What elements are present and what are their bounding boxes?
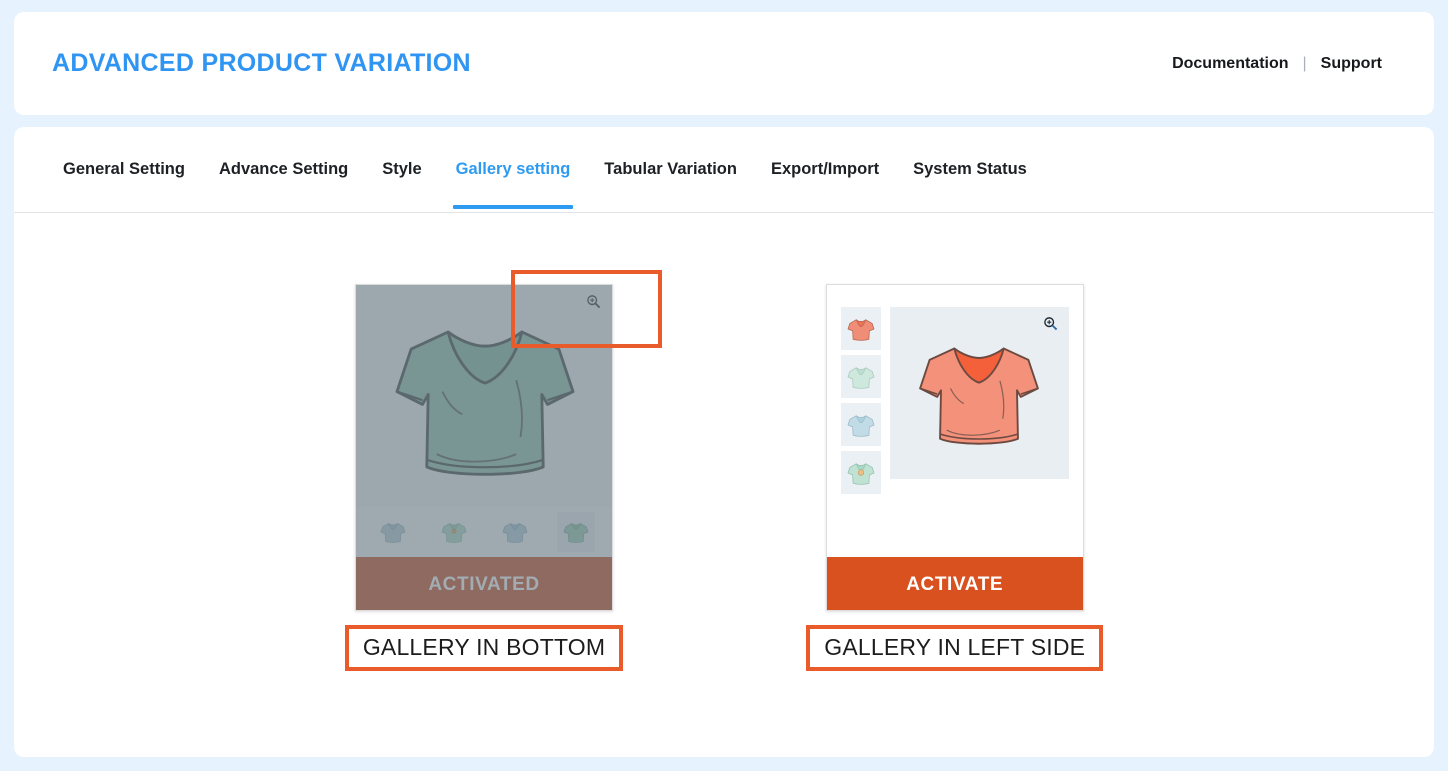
content-card: General Setting Advance Setting Style Ga… [14, 127, 1434, 757]
tab-bar: General Setting Advance Setting Style Ga… [14, 127, 1434, 213]
support-link[interactable]: Support [1307, 55, 1396, 73]
page-title: ADVANCED PRODUCT VARIATION [52, 49, 471, 77]
gallery-bottom-main-image [356, 285, 613, 507]
thumbnail-shirt-icon [847, 462, 875, 485]
thumbnail-shirt-icon [847, 414, 875, 437]
magnifier-plus-icon[interactable] [1043, 316, 1058, 331]
tab-label: Export/Import [770, 160, 880, 178]
thumbnail-shirt-icon [847, 366, 875, 389]
thumbnail-item[interactable] [840, 451, 881, 494]
thumbnail-item[interactable] [840, 355, 881, 398]
main-shirt-illustration [919, 347, 1040, 445]
thumbnail-shirt-icon [563, 523, 588, 543]
thumbnail-item[interactable] [496, 512, 534, 552]
tab-style[interactable]: Style [365, 127, 438, 213]
tab-system-status[interactable]: System Status [896, 127, 1044, 213]
tab-label: General Setting [63, 160, 185, 178]
active-tab-underline [452, 204, 574, 209]
thumbnail-shirt-icon [380, 523, 405, 543]
tab-tabular-variation[interactable]: Tabular Variation [587, 127, 754, 213]
tab-gallery-setting[interactable]: Gallery setting [439, 127, 588, 213]
gallery-left-caption: GALLERY IN LEFT SIDE [806, 625, 1104, 671]
thumbnail-shirt-icon [847, 318, 875, 341]
magnifier-plus-icon[interactable] [586, 294, 601, 309]
activate-button[interactable]: ACTIVATE [826, 557, 1083, 610]
tab-label: Gallery setting [455, 160, 571, 178]
tab-general-setting[interactable]: General Setting [46, 127, 202, 213]
thumbnail-item-selected[interactable] [840, 307, 881, 350]
thumbnail-item[interactable] [435, 512, 473, 552]
thumbnail-badge-icon [857, 468, 864, 476]
tab-label: System Status [913, 160, 1027, 178]
gallery-bottom-preview[interactable]: ACTIVATED [355, 284, 614, 611]
tab-advance-setting[interactable]: Advance Setting [202, 127, 365, 213]
gallery-left-layout [826, 285, 1083, 557]
tab-export-import[interactable]: Export/Import [754, 127, 896, 213]
gallery-left-main-image [889, 307, 1069, 479]
thumbnail-shirt-icon [441, 523, 466, 543]
gallery-option-left-side: ACTIVATE GALLERY IN LEFT SIDE [806, 284, 1104, 671]
gallery-bottom-caption: GALLERY IN BOTTOM [344, 625, 624, 671]
activated-button-label: ACTIVATED [428, 573, 540, 595]
thumbnail-item[interactable] [374, 512, 412, 552]
page-root: ADVANCED PRODUCT VARIATION Documentation… [0, 0, 1448, 771]
thumbnail-item[interactable] [840, 403, 881, 446]
activated-button[interactable]: ACTIVATED [356, 557, 613, 610]
documentation-link[interactable]: Documentation [1158, 55, 1302, 73]
gallery-options: ACTIVATED GALLERY IN BOTTOM ACTIVATE GAL… [14, 213, 1434, 671]
tab-label: Style [382, 160, 422, 178]
gallery-option-bottom: ACTIVATED GALLERY IN BOTTOM [344, 284, 624, 671]
thumbnail-badge-icon [451, 528, 456, 534]
gallery-bottom-thumbnail-strip [356, 507, 613, 557]
tab-label: Advance Setting [218, 160, 349, 178]
tab-label: Tabular Variation [604, 160, 737, 178]
header-links: Documentation | Support [1158, 55, 1396, 73]
thumbnail-item-selected[interactable] [556, 512, 595, 552]
page-header: ADVANCED PRODUCT VARIATION Documentation… [14, 12, 1434, 115]
gallery-left-thumbnail-strip [840, 299, 881, 557]
main-shirt-illustration [395, 330, 575, 476]
gallery-left-preview[interactable]: ACTIVATE [825, 284, 1084, 611]
thumbnail-shirt-icon [502, 523, 527, 543]
activate-button-label: ACTIVATE [906, 573, 1004, 595]
